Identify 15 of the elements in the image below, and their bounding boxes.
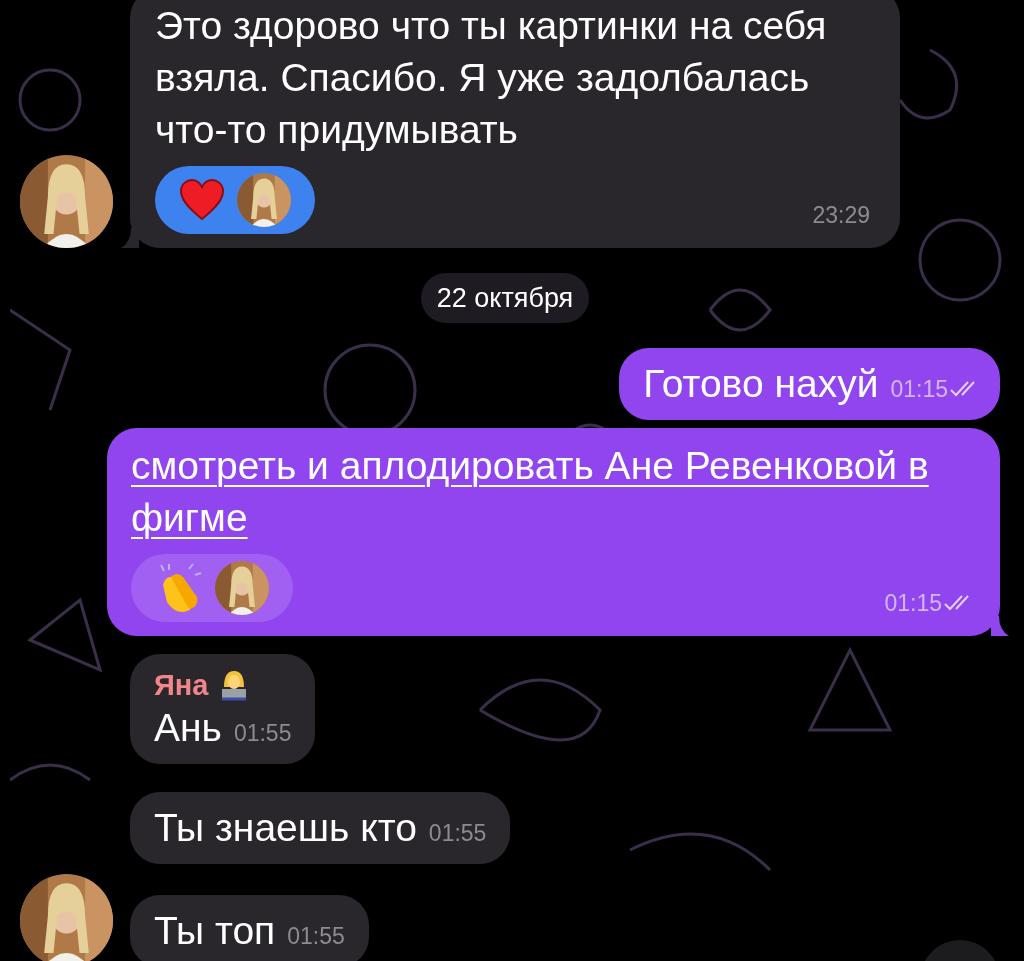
- message-text: Ань: [154, 705, 222, 751]
- date-label: 22 октября: [420, 273, 590, 323]
- message-text: Это здорово что ты картинки на себя взяла. Спасибо. Я уже задолбалась что-то придумывать: [155, 3, 828, 153]
- message-time: 01:55: [428, 818, 487, 848]
- heart-icon: [179, 179, 225, 221]
- message-time: 01:15: [890, 371, 976, 406]
- message-time: 01:55: [287, 921, 345, 951]
- message-text: Ты топ: [154, 908, 276, 954]
- message-text: Ты знаешь кто: [154, 805, 417, 851]
- message-time: 23:29: [812, 200, 870, 230]
- message-time: 01:55: [233, 718, 292, 748]
- sender-name: Яна: [154, 668, 209, 703]
- message-link[interactable]: смотреть и аплодировать Ане Ревенковой в фигме: [131, 440, 976, 544]
- message-text: Готово нахуй: [643, 361, 879, 407]
- message-time: 01:15: [884, 585, 970, 620]
